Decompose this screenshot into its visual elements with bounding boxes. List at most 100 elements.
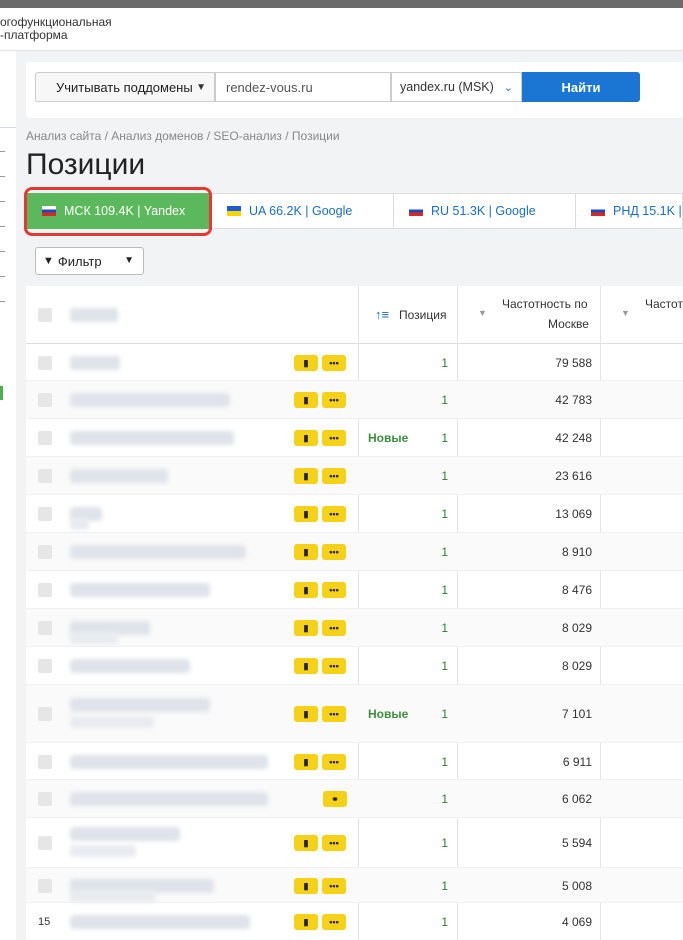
- row-checkbox[interactable]: [38, 469, 52, 483]
- row-checkbox[interactable]: [38, 507, 52, 521]
- position-value[interactable]: 1: [426, 915, 448, 929]
- keyword-url[interactable]: [70, 890, 156, 902]
- keyword-link[interactable]: [70, 469, 168, 483]
- keyword-link[interactable]: [70, 827, 180, 841]
- position-value[interactable]: 1: [426, 792, 448, 806]
- tab-ru-google[interactable]: RU 51.3K | Google: [393, 193, 576, 229]
- table-row[interactable]: ▮ ••• 1 6 911: [26, 743, 683, 780]
- keyword-link[interactable]: [70, 545, 246, 559]
- tab-rnd-yandex[interactable]: РНД 15.1K | Y: [575, 193, 683, 229]
- keyword-url[interactable]: [70, 845, 136, 857]
- position-value[interactable]: 1: [426, 507, 448, 521]
- more-icon[interactable]: •••: [322, 544, 346, 560]
- position-value[interactable]: 1: [426, 356, 448, 370]
- row-checkbox[interactable]: [38, 792, 52, 806]
- comment-icon[interactable]: ▮: [294, 430, 318, 446]
- column-header-frequency[interactable]: ▼ Частотность по Москве: [458, 286, 601, 344]
- position-value[interactable]: 1: [426, 879, 448, 893]
- comment-icon[interactable]: ▮: [294, 620, 318, 636]
- more-icon[interactable]: •••: [322, 835, 346, 851]
- sidebar-item[interactable]: [0, 251, 5, 252]
- position-value[interactable]: 1: [426, 393, 448, 407]
- row-checkbox[interactable]: [38, 393, 52, 407]
- more-icon[interactable]: •••: [322, 658, 346, 674]
- table-row[interactable]: ▮ ••• 1 8 029: [26, 647, 683, 685]
- position-value[interactable]: 1: [426, 707, 448, 721]
- keyword-link[interactable]: [70, 915, 250, 929]
- keyword-link[interactable]: [70, 431, 234, 445]
- row-checkbox[interactable]: [38, 707, 52, 721]
- select-all-checkbox[interactable]: [38, 308, 52, 322]
- more-icon[interactable]: •••: [322, 754, 346, 770]
- keyword-link[interactable]: [70, 792, 268, 806]
- keyword-link[interactable]: [70, 698, 210, 712]
- sidebar-item[interactable]: [0, 301, 5, 302]
- keyword-link[interactable]: [70, 659, 190, 673]
- column-header-position[interactable]: ↑≡ Позиция: [359, 286, 458, 344]
- table-row[interactable]: ▮ ••• 1 8 476: [26, 571, 683, 609]
- more-icon[interactable]: •••: [322, 878, 346, 894]
- row-checkbox[interactable]: [38, 755, 52, 769]
- table-row[interactable]: 15 ▮ ••• 1 4 069: [26, 903, 683, 940]
- sort-icon[interactable]: ▼: [621, 308, 630, 318]
- keyword-url[interactable]: [70, 632, 118, 644]
- more-icon[interactable]: •••: [322, 430, 346, 446]
- row-checkbox[interactable]: [38, 659, 52, 673]
- tab-ua-google[interactable]: UA 66.2K | Google: [211, 193, 394, 229]
- column-header-frequency-2[interactable]: ▼ Частот: [601, 286, 683, 344]
- more-icon[interactable]: •••: [322, 506, 346, 522]
- more-icon[interactable]: •••: [322, 620, 346, 636]
- sidebar-item[interactable]: [0, 226, 5, 227]
- comment-icon[interactable]: ▮: [294, 835, 318, 851]
- position-value[interactable]: 1: [426, 469, 448, 483]
- comment-icon[interactable]: ▮: [294, 914, 318, 930]
- comment-icon[interactable]: ▮: [294, 582, 318, 598]
- comment-icon[interactable]: ▮: [294, 468, 318, 484]
- row-checkbox[interactable]: [38, 836, 52, 850]
- domain-input[interactable]: rendez-vous.ru: [215, 72, 391, 102]
- more-icon[interactable]: •••: [322, 355, 346, 371]
- search-engine-select[interactable]: yandex.ru (MSK) ⌄: [391, 72, 522, 102]
- comment-icon[interactable]: ▮: [294, 506, 318, 522]
- table-row[interactable]: ▮ ••• 1 23 616: [26, 457, 683, 495]
- comment-icon[interactable]: ▮: [294, 544, 318, 560]
- comment-icon[interactable]: ▮: [294, 392, 318, 408]
- more-icon[interactable]: •••: [322, 914, 346, 930]
- table-row[interactable]: ▮ ••• 1 79 588: [26, 344, 683, 381]
- row-checkbox[interactable]: [38, 879, 52, 893]
- row-checkbox[interactable]: [38, 356, 52, 370]
- table-row[interactable]: ▮ ••• 1 42 783: [26, 381, 683, 419]
- table-row[interactable]: ▮ ••• 1 5 594: [26, 818, 683, 868]
- table-row[interactable]: ⚭ 1 6 062: [26, 780, 683, 818]
- filter-button[interactable]: ▼ Фильтр ▼: [35, 247, 144, 275]
- sort-ascending-icon[interactable]: ↑≡: [375, 307, 389, 322]
- more-icon[interactable]: •••: [322, 468, 346, 484]
- keyword-url[interactable]: [70, 716, 154, 728]
- comment-icon[interactable]: ▮: [294, 754, 318, 770]
- more-icon[interactable]: •••: [322, 392, 346, 408]
- comment-icon[interactable]: ▮: [294, 658, 318, 674]
- keyword-url[interactable]: [70, 518, 89, 530]
- position-value[interactable]: 1: [426, 755, 448, 769]
- more-icon[interactable]: •••: [322, 706, 346, 722]
- sidebar-item[interactable]: [0, 151, 5, 152]
- link-icon[interactable]: ⚭: [323, 791, 347, 807]
- sort-icon[interactable]: ▼: [478, 308, 487, 318]
- table-row[interactable]: ▮ ••• 1 8 029: [26, 609, 683, 647]
- position-value[interactable]: 1: [426, 583, 448, 597]
- keyword-link[interactable]: [70, 755, 268, 769]
- subdomains-select[interactable]: Учитывать поддомены ▼: [35, 72, 215, 102]
- table-row[interactable]: ▮ ••• 1 8 910: [26, 533, 683, 571]
- comment-icon[interactable]: ▮: [294, 706, 318, 722]
- row-checkbox[interactable]: [38, 431, 52, 445]
- position-value[interactable]: 1: [426, 545, 448, 559]
- breadcrumb[interactable]: Анализ сайта / Анализ доменов / SEO-анал…: [26, 129, 340, 143]
- row-checkbox[interactable]: [38, 621, 52, 635]
- table-row[interactable]: ▮ ••• 1 5 008: [26, 868, 683, 903]
- comment-icon[interactable]: ▮: [294, 355, 318, 371]
- position-value[interactable]: 1: [426, 431, 448, 445]
- more-icon[interactable]: •••: [322, 582, 346, 598]
- logo-text[interactable]: огофункциональная -платформа: [0, 16, 112, 42]
- table-row[interactable]: ▮ ••• Новые 1 7 101: [26, 685, 683, 743]
- row-checkbox[interactable]: [38, 545, 52, 559]
